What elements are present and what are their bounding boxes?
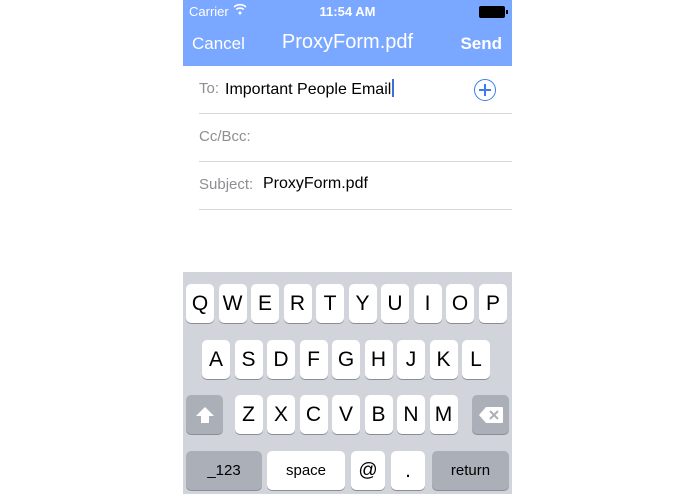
key-m[interactable]: M — [429, 395, 458, 434]
key-c[interactable]: C — [299, 395, 328, 434]
key-n[interactable]: N — [397, 395, 425, 434]
key-k[interactable]: K — [429, 340, 458, 379]
key-i[interactable]: I — [413, 284, 442, 323]
key-u[interactable]: U — [381, 284, 409, 323]
key-s[interactable]: S — [234, 340, 263, 379]
dot-key[interactable]: . — [391, 451, 425, 490]
return-key[interactable]: return — [432, 451, 509, 490]
navigation-bar: Carrier 11:54 AM ProxyForm.pdf Cancel Se… — [183, 0, 512, 66]
key-g[interactable]: G — [332, 340, 360, 379]
key-a[interactable]: A — [202, 340, 230, 379]
shift-key[interactable] — [186, 395, 223, 434]
status-bar: Carrier 11:54 AM — [183, 0, 512, 22]
add-contact-icon[interactable] — [474, 79, 496, 101]
cancel-button[interactable]: Cancel — [192, 34, 245, 54]
shift-icon — [195, 406, 214, 423]
text-cursor — [392, 79, 395, 97]
nav-row: ProxyForm.pdf Cancel Send — [183, 30, 512, 58]
mail-compose-screen: Carrier 11:54 AM ProxyForm.pdf Cancel Se… — [183, 0, 512, 494]
key-l[interactable]: L — [462, 340, 490, 379]
key-w[interactable]: W — [218, 284, 247, 323]
key-z[interactable]: Z — [234, 395, 263, 434]
send-button[interactable]: Send — [460, 34, 502, 54]
key-r[interactable]: R — [283, 284, 312, 323]
to-input[interactable]: Important People Email — [225, 79, 395, 99]
key-t[interactable]: T — [316, 284, 344, 323]
ccbcc-field[interactable]: Cc/Bcc: — [183, 114, 512, 162]
backspace-icon — [478, 406, 503, 423]
key-b[interactable]: B — [364, 395, 393, 434]
key-f[interactable]: F — [299, 340, 328, 379]
divider — [199, 209, 512, 210]
key-x[interactable]: X — [267, 395, 295, 434]
clock-label: 11:54 AM — [319, 4, 376, 19]
numbers-key[interactable]: _123 — [186, 451, 262, 490]
key-e[interactable]: E — [251, 284, 279, 323]
space-key[interactable]: space — [267, 451, 345, 490]
ccbcc-label: Cc/Bcc: — [199, 128, 251, 145]
key-j[interactable]: J — [397, 340, 425, 379]
to-value: Important People Email — [225, 81, 392, 98]
subject-label: Subject: — [199, 176, 254, 193]
key-v[interactable]: V — [332, 395, 360, 434]
key-o[interactable]: O — [446, 284, 474, 323]
key-y[interactable]: Y — [348, 284, 377, 323]
subject-input[interactable]: ProxyForm.pdf — [263, 175, 368, 193]
delete-key[interactable] — [472, 395, 509, 434]
key-h[interactable]: H — [364, 340, 393, 379]
at-key[interactable]: @ — [351, 451, 385, 490]
to-label: To: — [199, 80, 220, 97]
to-field[interactable]: To: Important People Email — [183, 66, 512, 114]
key-d[interactable]: D — [267, 340, 295, 379]
keyboard: Q W E R T Y U I O P A S D F G H J K L Z … — [183, 272, 512, 494]
key-p[interactable]: P — [479, 284, 507, 323]
battery-icon — [479, 6, 508, 18]
key-q[interactable]: Q — [186, 284, 214, 323]
subject-field[interactable]: Subject: ProxyForm.pdf — [183, 162, 512, 210]
